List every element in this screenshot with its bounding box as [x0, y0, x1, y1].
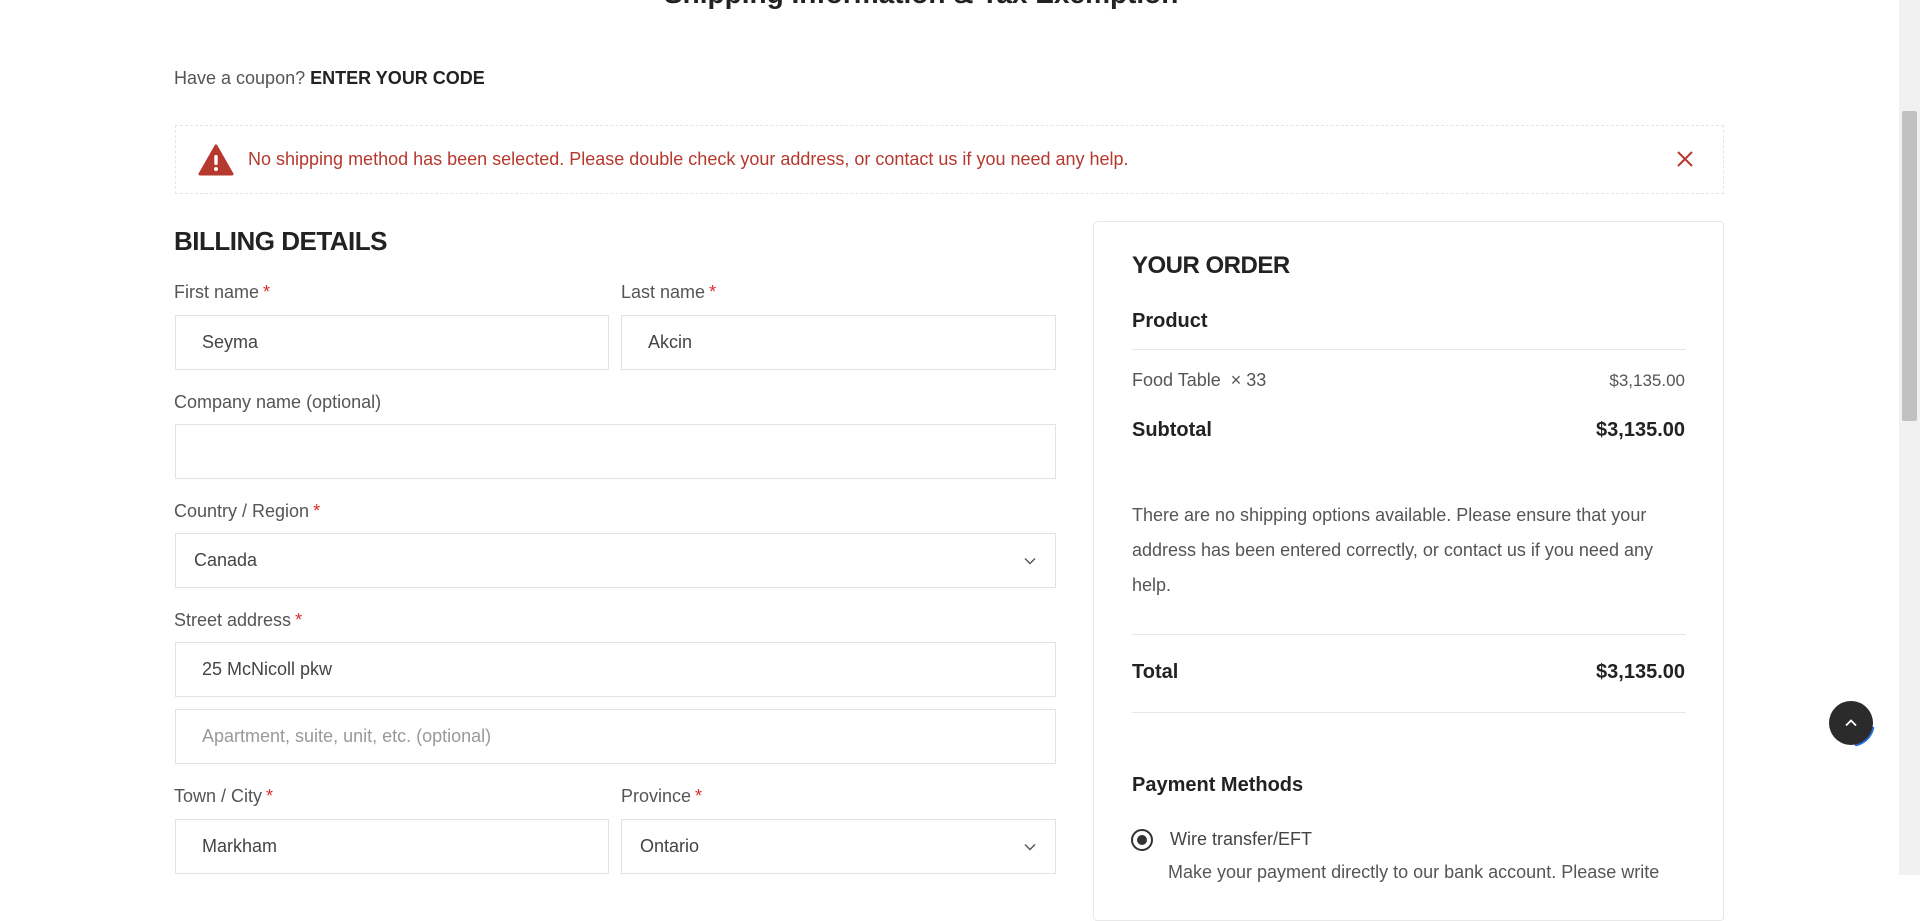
chevron-down-icon [1024, 844, 1036, 851]
close-icon[interactable] [1673, 147, 1697, 171]
chevron-down-icon [1024, 558, 1036, 565]
street-address-label-text: Street address [174, 610, 292, 630]
enter-coupon-link[interactable]: ENTER YOUR CODE [310, 68, 485, 88]
required-mark: * [709, 282, 717, 302]
wire-transfer-radio[interactable] [1131, 829, 1153, 851]
country-select-value: Canada [194, 550, 258, 570]
product-quantity: × 33 [1230, 370, 1267, 390]
street-address-label: Street address * [174, 610, 302, 631]
payment-method-description: Make your payment directly to our bank a… [1168, 862, 1660, 882]
coupon-prompt: Have a coupon? ENTER YOUR CODE [174, 68, 485, 89]
company-name-label: Company name (optional) [174, 392, 382, 412]
last-name-label-text: Last name [621, 282, 706, 302]
divider [1132, 349, 1686, 350]
first-name-label-text: First name [174, 282, 260, 302]
apartment-field[interactable]: Apartment, suite, unit, etc. (optional) [175, 709, 1056, 764]
required-mark: * [263, 282, 271, 302]
last-name-label: Last name * [621, 282, 716, 303]
notice-message: No shipping method has been selected. Pl… [248, 149, 1129, 169]
billing-details-heading: BILLING DETAILS [174, 226, 388, 256]
last-name-field[interactable]: Akcin [621, 315, 1056, 370]
wire-transfer-label[interactable]: Wire transfer/EFT [1170, 829, 1312, 850]
town-city-field[interactable]: Markham [175, 819, 609, 874]
street-address-field[interactable]: 25 McNicoll pkw [175, 642, 1056, 697]
total-value: $3,135.00 [1596, 661, 1685, 683]
required-mark: * [295, 610, 303, 630]
product-column-header: Product [1132, 310, 1208, 332]
town-city-label-text: Town / City [174, 786, 263, 806]
province-select-value: Ontario [640, 836, 700, 856]
town-city-label: Town / City * [174, 786, 273, 807]
section-heading-partial: Shipping Information & Tax Exemption [664, 0, 1178, 10]
payment-methods-heading: Payment Methods [1132, 774, 1304, 796]
order-item-name: Food Table × 33 [1132, 370, 1266, 391]
subtotal-value: $3,135.00 [1596, 419, 1685, 441]
your-order-heading: YOUR ORDER [1132, 252, 1290, 279]
chevron-up-icon [1845, 719, 1857, 727]
province-label: Province * [621, 786, 702, 807]
required-mark: * [695, 786, 703, 806]
province-select[interactable]: Ontario [621, 819, 1056, 874]
first-name-field[interactable]: Seyma [175, 315, 609, 370]
divider [1132, 712, 1686, 713]
product-name: Food Table [1132, 370, 1221, 390]
radio-selected-dot [1137, 835, 1147, 845]
country-label-text: Country / Region [174, 501, 310, 521]
divider [1132, 634, 1686, 635]
coupon-prompt-text: Have a coupon? [174, 68, 306, 88]
company-name-field[interactable] [175, 424, 1056, 479]
scrollbar-thumb[interactable] [1902, 111, 1917, 421]
required-mark: * [266, 786, 274, 806]
province-label-text: Province [621, 786, 692, 806]
scroll-to-top-button[interactable] [1829, 701, 1873, 745]
subtotal-label: Subtotal [1132, 419, 1212, 441]
total-label: Total [1132, 661, 1179, 683]
country-label: Country / Region * [174, 501, 320, 522]
first-name-label: First name * [174, 282, 270, 303]
order-item-price: $3,135.00 [1609, 371, 1685, 390]
shipping-error-notice: No shipping method has been selected. Pl… [175, 125, 1724, 194]
warning-icon [198, 144, 234, 175]
country-select[interactable]: Canada [175, 533, 1056, 588]
shipping-unavailable-note: There are no shipping options available.… [1132, 505, 1653, 595]
required-mark: * [313, 501, 321, 521]
